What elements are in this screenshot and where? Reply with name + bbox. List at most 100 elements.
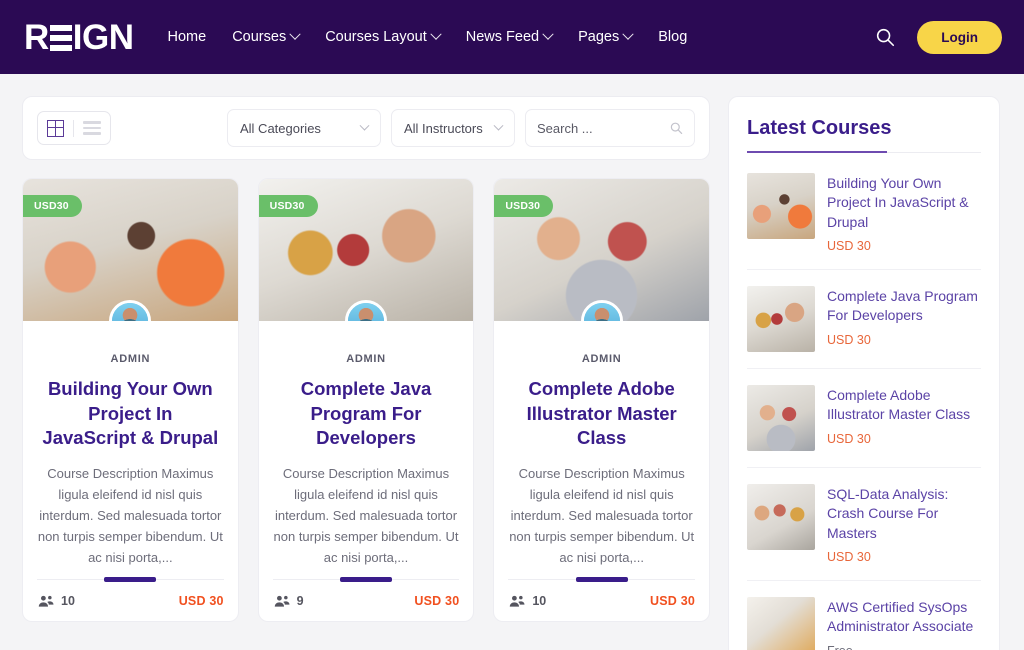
categories-select-label: All Categories <box>240 120 321 136</box>
chevron-down-icon <box>359 120 370 131</box>
course-price-badge: USD30 <box>494 195 554 217</box>
chevron-down-icon <box>622 28 634 40</box>
students-count: 9 <box>296 594 304 608</box>
course-cards-grid: USD30 ADMIN Building Your Own Project In… <box>22 178 711 622</box>
latest-course-price: USD 30 <box>827 549 871 564</box>
login-button[interactable]: Login <box>917 20 1002 54</box>
course-description: Course Description Maximus ligula eleife… <box>509 465 695 565</box>
nav-label: News Feed <box>465 29 540 45</box>
course-title[interactable]: Building Your Own Project In JavaScript … <box>23 365 238 451</box>
chevron-down-icon <box>430 28 442 40</box>
latest-course-title[interactable]: Building Your Own Project In JavaScript … <box>827 174 981 232</box>
course-students: 9 <box>273 594 304 608</box>
nav-label: Home <box>167 29 207 45</box>
logo-letters-ign: IGN <box>72 17 134 57</box>
latest-course-thumbnail <box>747 384 815 451</box>
instructors-select[interactable]: All Instructors <box>391 109 515 147</box>
course-progress-fill <box>104 577 157 582</box>
nav-label: Courses <box>232 29 287 45</box>
course-card[interactable]: USD30 ADMIN Complete Java Program For De… <box>257 178 475 622</box>
course-title[interactable]: Complete Java Program For Developers <box>259 365 474 451</box>
nav-item-home[interactable]: Home <box>168 29 207 45</box>
header-search-icon[interactable] <box>873 25 897 49</box>
course-students: 10 <box>508 594 546 608</box>
course-progress-fill <box>575 577 628 582</box>
toggle-divider <box>73 119 74 137</box>
page-body: All Categories All Instructors Search ..… <box>0 74 1024 650</box>
instructor-avatar[interactable] <box>345 300 387 321</box>
nav-item-news-feed[interactable]: News Feed <box>465 28 554 45</box>
logo-letter-r: R <box>24 17 49 57</box>
course-progress-bar <box>272 577 460 582</box>
students-icon <box>38 595 54 607</box>
site-header: R IGN Home Courses Courses Layout News F… <box>0 0 1024 74</box>
latest-course-title[interactable]: SQL-Data Analysis: Crash Course For Mast… <box>827 485 981 543</box>
nav-item-courses[interactable]: Courses <box>232 28 301 45</box>
main-nav: Home Courses Courses Layout News Feed Pa… <box>168 28 687 45</box>
course-description: Course Description Maximus ligula eleife… <box>37 465 223 565</box>
logo-letter-e-bars <box>49 25 72 51</box>
header-actions: Login <box>873 20 1002 54</box>
course-card-media: USD30 <box>258 179 474 321</box>
students-icon <box>274 595 290 607</box>
course-search-box[interactable] <box>525 109 695 147</box>
latest-course-item[interactable]: SQL-Data Analysis: Crash Course For Mast… <box>747 468 981 581</box>
course-price-badge: USD30 <box>23 195 82 217</box>
site-logo[interactable]: R IGN <box>24 20 134 55</box>
view-mode-toggle[interactable] <box>37 111 111 145</box>
course-author-label: ADMIN <box>110 353 151 365</box>
course-card[interactable]: USD30 ADMIN Complete Adobe Illustrator M… <box>493 178 711 622</box>
course-progress-fill <box>340 577 392 582</box>
course-search-input[interactable] <box>537 120 669 136</box>
latest-course-thumbnail <box>747 483 815 550</box>
chevron-down-icon <box>289 28 301 40</box>
students-icon <box>510 595 525 607</box>
categories-select[interactable]: All Categories <box>227 109 381 147</box>
latest-course-item[interactable]: Building Your Own Project In JavaScript … <box>747 157 981 270</box>
course-price: USD 30 <box>178 594 224 608</box>
latest-course-thumbnail <box>747 173 815 239</box>
course-progress-bar <box>37 577 224 582</box>
latest-course-title[interactable]: Complete Adobe Illustrator Master Class <box>827 386 981 425</box>
latest-courses-widget: Latest Courses Building Your Own Project… <box>728 96 1000 650</box>
latest-course-item[interactable]: Complete Java Program For Developers USD… <box>747 270 981 369</box>
course-card-media: USD30 <box>23 179 238 321</box>
course-title[interactable]: Complete Adobe Illustrator Master Class <box>494 365 709 451</box>
sidebar: Latest Courses Building Your Own Project… <box>728 96 1000 650</box>
students-count: 10 <box>61 594 75 608</box>
nav-label: Pages <box>578 29 620 45</box>
course-price: USD 30 <box>414 594 460 608</box>
grid-view-icon[interactable] <box>47 119 64 137</box>
course-students: 10 <box>37 594 75 608</box>
course-card-footer: 10 USD 30 <box>508 577 696 608</box>
students-count: 10 <box>532 594 547 608</box>
course-description: Course Description Maximus ligula eleife… <box>273 465 459 565</box>
course-author-label: ADMIN <box>346 353 386 365</box>
courses-content-column: All Categories All Instructors Search ..… <box>22 96 711 650</box>
instructor-avatar[interactable] <box>109 300 152 321</box>
latest-course-price: USD 30 <box>827 238 871 253</box>
course-card-footer: 9 USD 30 <box>272 577 460 608</box>
course-card[interactable]: USD30 ADMIN Building Your Own Project In… <box>22 178 239 622</box>
chevron-down-icon <box>542 28 554 40</box>
course-progress-bar <box>508 577 696 582</box>
nav-label: Blog <box>658 29 688 45</box>
latest-courses-title: Latest Courses <box>747 117 892 139</box>
instructor-avatar[interactable] <box>580 300 623 321</box>
course-filter-bar: All Categories All Instructors <box>22 96 710 160</box>
latest-course-item[interactable]: Complete Adobe Illustrator Master Class … <box>747 369 981 468</box>
latest-course-title[interactable]: AWS Certified SysOps Administrator Assoc… <box>827 598 981 637</box>
nav-label: Courses Layout <box>325 29 427 45</box>
course-card-media: USD30 <box>494 179 710 321</box>
course-author-label: ADMIN <box>581 353 622 365</box>
list-view-icon[interactable] <box>83 121 101 135</box>
latest-course-thumbnail <box>747 596 815 650</box>
nav-item-blog[interactable]: Blog <box>658 29 687 45</box>
nav-item-pages[interactable]: Pages <box>578 28 634 45</box>
latest-course-price: Free <box>827 644 981 650</box>
latest-course-title[interactable]: Complete Java Program For Developers <box>827 287 981 326</box>
search-icon <box>670 122 682 135</box>
nav-item-courses-layout[interactable]: Courses Layout <box>325 28 442 45</box>
latest-course-item[interactable]: AWS Certified SysOps Administrator Assoc… <box>747 581 981 650</box>
latest-course-thumbnail <box>747 285 815 352</box>
